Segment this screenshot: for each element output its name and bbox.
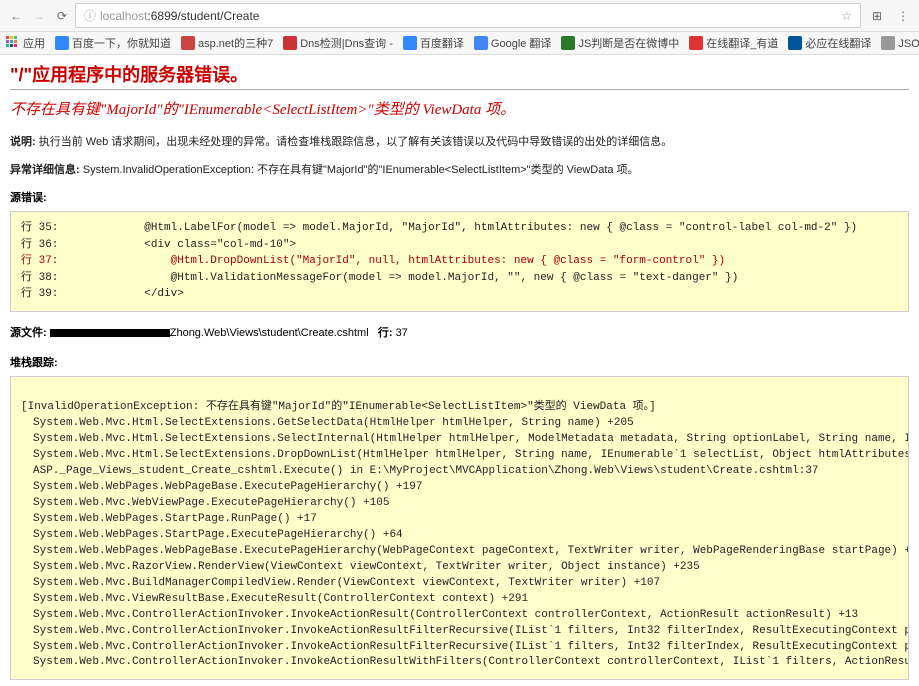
stack-line: System.Web.Mvc.BuildManagerCompiledView.… <box>21 576 660 592</box>
stack-line: [InvalidOperationException: 不存在具有键"Major… <box>21 401 656 413</box>
stack-line: System.Web.Mvc.Html.SelectExtensions.Get… <box>21 416 634 432</box>
stack-line: System.Web.Mvc.ControllerActionInvoker.I… <box>21 624 909 640</box>
bookmark-baidu-translate[interactable]: 百度翻译 <box>403 35 464 51</box>
stack-line: System.Web.Mvc.ControllerActionInvoker.I… <box>21 608 858 624</box>
stack-line: System.Web.Mvc.Html.SelectExtensions.Dro… <box>21 448 909 464</box>
source-code-block: 行 35: @Html.LabelFor(model => model.Majo… <box>10 211 909 312</box>
bookmark-json[interactable]: JSON格式化工具 JS <box>881 35 919 51</box>
stack-line: System.Web.WebPages.WebPageBase.ExecuteP… <box>21 480 422 496</box>
url-path: :6899/student/Create <box>147 9 259 23</box>
favicon-icon <box>474 36 488 50</box>
error-description: 说明: 执行当前 Web 请求期间，出现未经处理的异常。请检查堆栈跟踪信息，以了… <box>10 133 909 149</box>
bookmark-asp[interactable]: asp.net的三种7 <box>181 35 273 51</box>
apps-grid-icon <box>6 36 20 50</box>
stack-line: System.Web.Mvc.ViewResultBase.ExecuteRes… <box>21 592 528 608</box>
favicon-icon <box>403 36 417 50</box>
bookmark-dns[interactable]: Dns检测|Dns查询 - <box>283 35 393 51</box>
code-line: 行 39: </div> <box>21 288 184 300</box>
favicon-icon <box>561 36 575 50</box>
stack-line: System.Web.Mvc.RazorView.RenderView(View… <box>21 560 700 576</box>
stack-line: System.Web.WebPages.StartPage.ExecutePag… <box>21 528 403 544</box>
exception-details: 异常详细信息: System.InvalidOperationException… <box>10 161 909 177</box>
redacted-path <box>50 329 170 337</box>
code-line-highlight: 行 37: @Html.DropDownList("MajorId", null… <box>21 255 725 267</box>
code-line: 行 35: @Html.LabelFor(model => model.Majo… <box>21 222 857 234</box>
favicon-icon <box>689 36 703 50</box>
favicon-icon <box>881 36 895 50</box>
error-page: "/"应用程序中的服务器错误。 不存在具有键"MajorId"的"IEnumer… <box>0 55 919 686</box>
bookmark-bar: 应用 百度一下，你就知道 asp.net的三种7 Dns检测|Dns查询 - 百… <box>0 32 919 55</box>
error-title: "/"应用程序中的服务器错误。 <box>10 61 909 87</box>
divider <box>10 89 909 90</box>
bookmark-js-weibo[interactable]: JS判断是否在微博中 <box>561 35 679 51</box>
bookmark-youdao[interactable]: 在线翻译_有道 <box>689 35 778 51</box>
favicon-icon <box>181 36 195 50</box>
stack-line: System.Web.Mvc.ControllerActionInvoker.I… <box>21 655 909 671</box>
stack-line: System.Web.Mvc.Html.SelectExtensions.Sel… <box>21 432 909 448</box>
info-icon: ⓘ <box>84 7 96 24</box>
stack-trace-label: 堆栈跟踪: <box>10 354 909 370</box>
stack-line: System.Web.Mvc.ControllerActionInvoker.I… <box>21 640 909 656</box>
source-error-label: 源错误: <box>10 189 909 205</box>
stack-line: System.Web.WebPages.WebPageBase.ExecuteP… <box>21 544 909 560</box>
stack-line: System.Web.Mvc.WebViewPage.ExecutePageHi… <box>21 496 389 512</box>
back-button[interactable]: ← <box>6 6 26 26</box>
browser-navbar: ← → ⟳ ⓘ localhost:6899/student/Create ☆ … <box>0 0 919 32</box>
bookmark-bing[interactable]: 必应在线翻译 <box>788 35 871 51</box>
code-line: 行 38: @Html.ValidationMessageFor(model =… <box>21 272 738 284</box>
bookmark-baidu[interactable]: 百度一下，你就知道 <box>55 35 171 51</box>
stack-line: System.Web.WebPages.StartPage.RunPage() … <box>21 512 317 528</box>
url-host: localhost <box>100 9 147 23</box>
menu-icon[interactable]: ⋮ <box>893 6 913 26</box>
bookmark-star-icon[interactable]: ☆ <box>841 9 852 23</box>
apps-shortcut[interactable]: 应用 <box>6 35 45 51</box>
reload-button[interactable]: ⟳ <box>52 6 72 26</box>
forward-button[interactable]: → <box>29 6 49 26</box>
error-subtitle: 不存在具有键"MajorId"的"IEnumerable<SelectListI… <box>10 98 909 119</box>
source-file-info: 源文件: Zhong.Web\Views\student\Create.csht… <box>10 324 909 340</box>
favicon-icon <box>55 36 69 50</box>
bookmark-google-translate[interactable]: Google 翻译 <box>474 35 552 51</box>
stack-trace-block: [InvalidOperationException: 不存在具有键"Major… <box>10 376 909 681</box>
favicon-icon <box>788 36 802 50</box>
extensions-icon[interactable]: ⊞ <box>867 6 887 26</box>
address-bar[interactable]: ⓘ localhost:6899/student/Create ☆ <box>75 3 861 28</box>
code-line: 行 36: <div class="col-md-10"> <box>21 239 296 251</box>
stack-line: ASP._Page_Views_student_Create_cshtml.Ex… <box>21 464 819 480</box>
favicon-icon <box>283 36 297 50</box>
